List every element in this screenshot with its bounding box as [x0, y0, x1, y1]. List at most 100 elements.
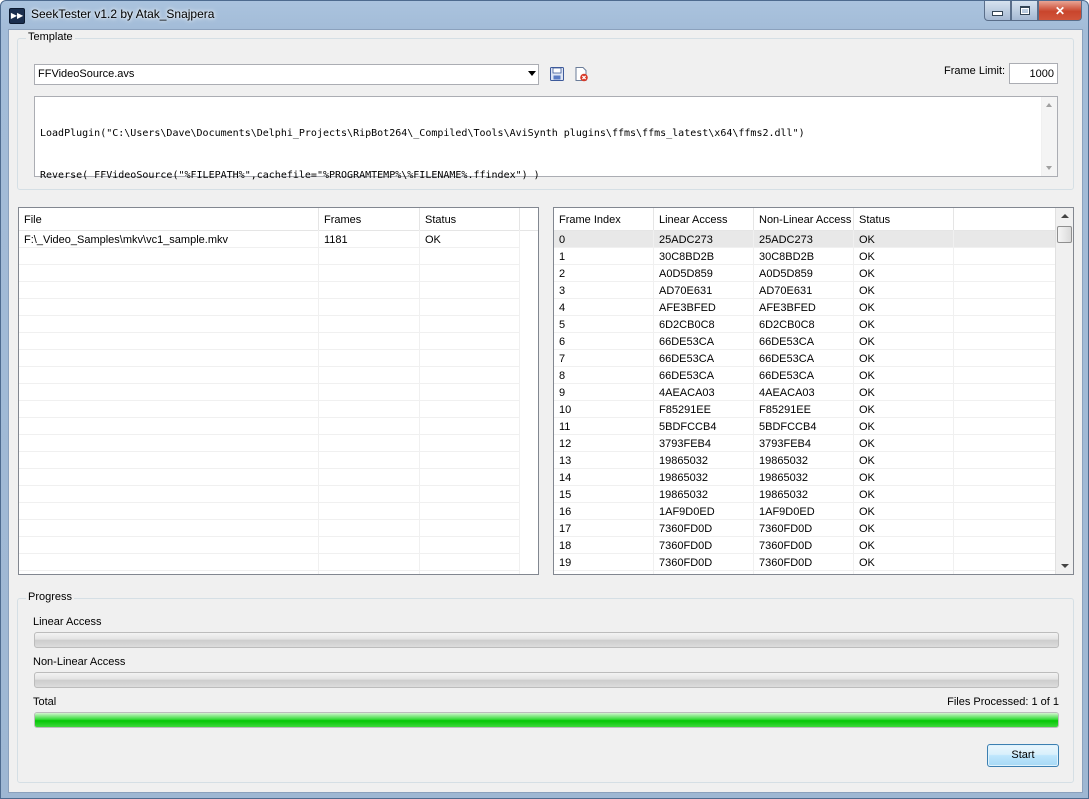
template-combo[interactable]: FFVideoSource.avs — [34, 64, 539, 85]
table-row[interactable]: 4 AFE3BFED AFE3BFED OK — [554, 299, 1056, 316]
scroll-down-icon[interactable] — [1046, 166, 1052, 170]
maximize-icon — [1019, 6, 1030, 15]
table-row[interactable]: 12 3793FEB4 3793FEB4 OK — [554, 435, 1056, 452]
table-row[interactable]: 13 19865032 19865032 OK — [554, 452, 1056, 469]
table-row[interactable]: 8 66DE53CA 66DE53CA OK — [554, 367, 1056, 384]
table-row[interactable]: 11 5BDFCCB4 5BDFCCB4 OK — [554, 418, 1056, 435]
table-cell: 3793FEB4 — [659, 438, 711, 450]
table-cell: 8 — [559, 370, 566, 382]
table-row — [19, 401, 520, 418]
chevron-down-icon[interactable] — [528, 71, 536, 76]
table-row[interactable]: 16 1AF9D0ED 1AF9D0ED OK — [554, 503, 1056, 520]
table-cell: 7360FD0D — [659, 557, 713, 569]
table-cell: OK — [859, 353, 875, 365]
table-cell: OK — [859, 319, 875, 331]
table-cell: OK — [859, 336, 875, 348]
table-row[interactable]: 19 7360FD0D 7360FD0D OK — [554, 554, 1056, 571]
table-cell: 30C8BD2B — [759, 251, 815, 263]
grid-line — [953, 230, 954, 574]
frames-list[interactable]: Frame Index Linear Access Non-Linear Acc… — [553, 207, 1074, 575]
table-cell: OK — [859, 438, 875, 450]
table-cell: AD70E631 — [759, 285, 813, 297]
table-cell: 19865032 — [659, 455, 708, 467]
table-row[interactable]: 14 19865032 19865032 OK — [554, 469, 1056, 486]
frames-scrollbar[interactable] — [1055, 208, 1073, 574]
table-cell: 2 — [559, 268, 566, 280]
table-row — [19, 469, 520, 486]
script-memo[interactable]: LoadPlugin("C:\Users\Dave\Documents\Delp… — [34, 96, 1058, 181]
table-cell: 30C8BD2B — [659, 251, 715, 263]
save-icon[interactable] — [549, 66, 565, 82]
progress-group-label: Progress — [26, 591, 75, 603]
frames-col-index[interactable]: Frame Index — [554, 208, 654, 230]
files-col-frames[interactable]: Frames — [319, 208, 420, 230]
files-list-header: File Frames Status — [19, 208, 538, 231]
table-row[interactable]: 5 6D2CB0C8 6D2CB0C8 OK — [554, 316, 1056, 333]
table-cell: 19865032 — [759, 489, 808, 501]
frames-col-nonlinear[interactable]: Non-Linear Access — [754, 208, 854, 230]
memo-scrollbar[interactable] — [1041, 97, 1057, 176]
total-progress — [34, 712, 1059, 728]
table-row — [19, 282, 520, 299]
scroll-thumb[interactable] — [1057, 226, 1072, 243]
table-cell: 25ADC273 — [659, 234, 713, 246]
frame-limit-input[interactable]: 1000 — [1009, 63, 1058, 84]
app-icon[interactable]: ▶▶ — [9, 8, 25, 24]
table-row[interactable]: 7 66DE53CA 66DE53CA OK — [554, 350, 1056, 367]
table-row[interactable]: 17 7360FD0D 7360FD0D OK — [554, 520, 1056, 537]
table-row[interactable]: 18 7360FD0D 7360FD0D OK — [554, 537, 1056, 554]
table-row[interactable]: 3 AD70E631 AD70E631 OK — [554, 282, 1056, 299]
table-row — [19, 435, 520, 452]
table-row[interactable]: 6 66DE53CA 66DE53CA OK — [554, 333, 1056, 350]
table-row — [19, 384, 520, 401]
table-cell: OK — [859, 489, 875, 501]
table-cell: 66DE53CA — [759, 336, 815, 348]
table-cell: OK — [859, 472, 875, 484]
files-col-status[interactable]: Status — [420, 208, 520, 230]
maximize-button[interactable] — [1011, 1, 1038, 21]
start-button[interactable]: Start — [987, 744, 1059, 767]
table-cell: OK — [859, 268, 875, 280]
table-cell: 19865032 — [759, 455, 808, 467]
files-col-file[interactable]: File — [19, 208, 319, 230]
grid-line — [318, 230, 319, 574]
table-cell: 25ADC273 — [759, 234, 813, 246]
frames-col-status[interactable]: Status — [854, 208, 954, 230]
table-row[interactable]: 2 A0D5D859 A0D5D859 OK — [554, 265, 1056, 282]
table-cell: AFE3BFED — [759, 302, 816, 314]
table-cell: OK — [859, 251, 875, 263]
files-list[interactable]: File Frames Status F:\_Video_Samples\mkv… — [18, 207, 539, 575]
table-cell: 19865032 — [759, 472, 808, 484]
template-group-label: Template — [26, 31, 75, 43]
table-cell: 16 — [559, 506, 572, 518]
table-row[interactable]: 1 30C8BD2B 30C8BD2B OK — [554, 248, 1056, 265]
table-row[interactable]: 10 F85291EE F85291EE OK — [554, 401, 1056, 418]
table-cell: OK — [859, 387, 875, 399]
table-row[interactable]: 9 4AEACA03 4AEACA03 OK — [554, 384, 1056, 401]
table-row[interactable]: 0 25ADC273 25ADC273 OK — [554, 231, 1056, 248]
table-cell: A0D5D859 — [759, 268, 813, 280]
table-cell: 14 — [559, 472, 572, 484]
scroll-up-icon[interactable] — [1061, 214, 1069, 218]
table-cell: OK — [425, 234, 441, 246]
table-cell: 7360FD0D — [759, 557, 813, 569]
table-cell: OK — [859, 455, 875, 467]
minimize-button[interactable] — [984, 1, 1011, 21]
table-row[interactable]: 15 19865032 19865032 OK — [554, 486, 1056, 503]
table-row[interactable]: F:\_Video_Samples\mkv\vc1_sample.mkv 1181… — [19, 231, 520, 248]
table-row — [19, 452, 520, 469]
scroll-down-icon[interactable] — [1061, 564, 1069, 568]
app-window: ▶▶ SeekTester v1.2 by Atak_Snajpera ✕ Te… — [0, 0, 1089, 799]
linear-access-label: Linear Access — [33, 616, 102, 628]
table-cell: 19 — [559, 557, 572, 569]
table-cell: 9 — [559, 387, 566, 399]
grid-line — [653, 230, 654, 574]
scroll-up-icon[interactable] — [1046, 103, 1052, 107]
close-button[interactable]: ✕ — [1038, 1, 1082, 21]
title-bar[interactable]: ▶▶ SeekTester v1.2 by Atak_Snajpera ✕ — [1, 1, 1088, 29]
delete-icon[interactable] — [573, 66, 589, 82]
table-row — [19, 554, 520, 571]
frames-col-linear[interactable]: Linear Access — [654, 208, 754, 230]
table-cell: 19865032 — [659, 489, 708, 501]
progress-group: Progress — [17, 591, 1074, 783]
